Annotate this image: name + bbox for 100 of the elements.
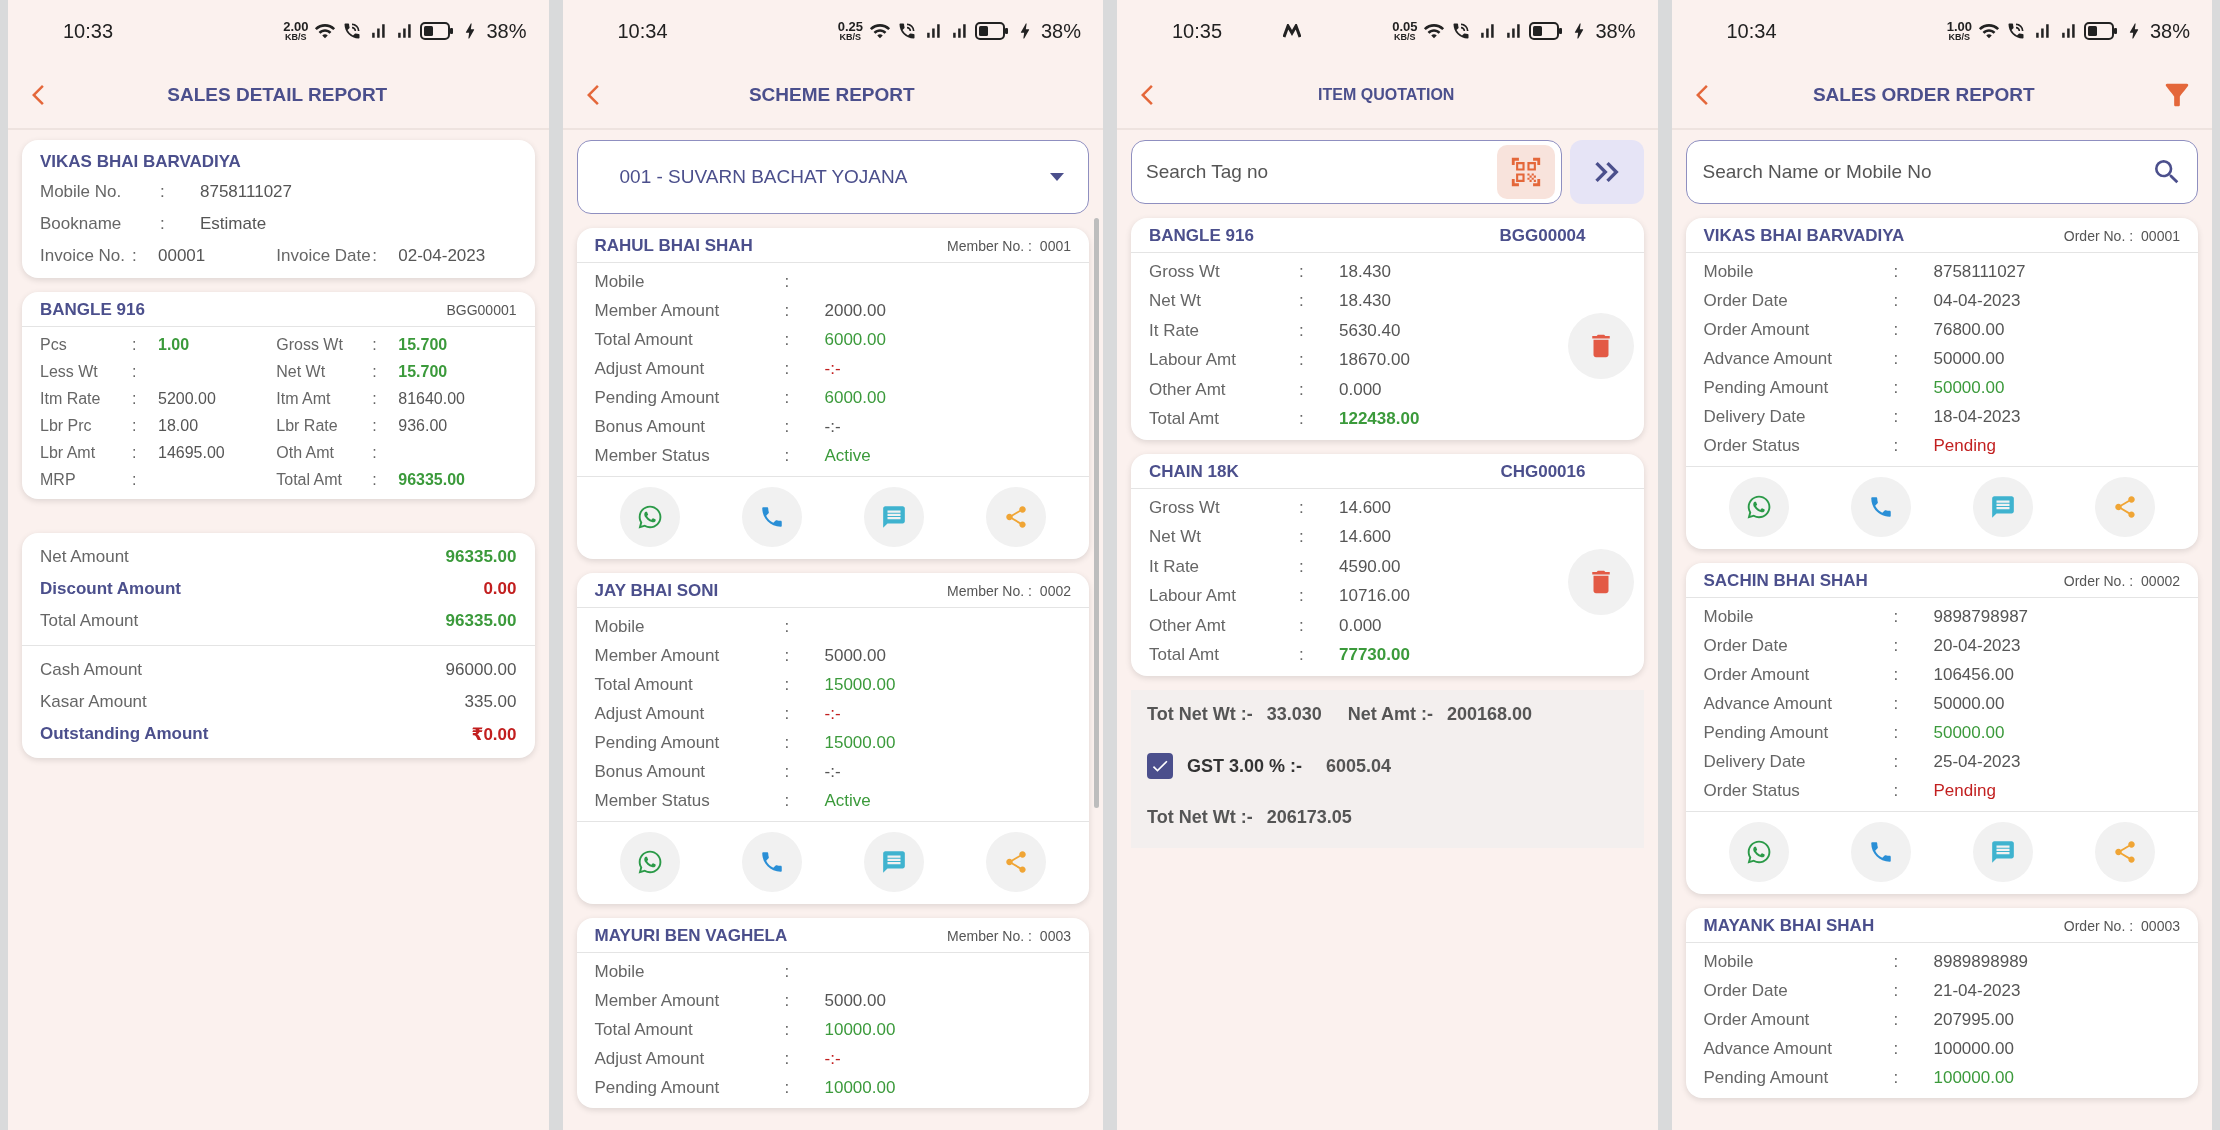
colon: : [1893,348,1900,369]
field-value: 10000.00 [824,1077,897,1098]
summary-label: Cash Amount [40,660,143,680]
battery-icon [420,22,455,40]
colon: : [1893,664,1900,685]
screen-title: ITEM QUOTATION [1317,86,1456,104]
field-value: 00001 [158,246,207,266]
search-bar[interactable]: Search Name or Mobile No [1685,140,2198,204]
record-number: 00003 [2141,918,2180,934]
total-label: Net Amt :- [1347,704,1434,725]
field-value: 8758111027 [200,182,294,202]
colon: : [132,416,138,435]
field-label: Adjust Amount [594,358,706,379]
colon: : [784,1019,791,1040]
number-label: Member No. : [947,238,1032,254]
field-label: Total Amount [594,674,694,695]
colon: : [1299,409,1305,430]
field-value: -:- [824,416,842,437]
message-icon [880,504,907,530]
battery-percent: 38% [1040,19,1081,43]
field-label: Bookname [40,214,123,234]
number-label: Member No. : [947,583,1032,599]
field-value: -:- [824,761,842,782]
battery-icon [974,22,1009,40]
colon: : [1893,290,1900,311]
field-value: 18.430 [1339,261,1392,282]
search-field[interactable]: Search Tag no [1144,160,1497,184]
gst-checkbox[interactable] [1147,753,1173,779]
network-speed: 2.00 KB/S [283,21,309,41]
field-value: 6000.00 [824,387,887,408]
field-value: 18.00 [158,416,200,435]
search-bar[interactable]: Search Tag no [1131,140,1562,204]
field-value: 5000.00 [824,645,887,666]
field-value: 10000.00 [824,1019,897,1040]
field-value: 50000.00 [1933,722,2006,743]
field-label: Order Date [1703,980,1789,1001]
scheme-dropdown[interactable]: 001 - SUVARN BACHAT YOJANA [576,140,1089,214]
field-label: Mobile [1703,261,1755,282]
field-value: 5630.40 [1339,320,1402,341]
field-value: -:- [824,703,842,724]
person-name: RAHUL BHAI SHAH [594,236,754,256]
chat-bubble-icon [1745,494,1772,520]
person-name: MAYANK BHAI SHAH [1703,916,1876,936]
summary-value: 96335.00 [445,611,517,631]
field-label: Pending Amount [1703,377,1830,398]
field-value: 2000.00 [824,300,887,321]
summary-value: 96335.00 [445,547,517,567]
colon: : [132,470,138,489]
number-label: Order No. : [2063,918,2134,934]
colon: : [1299,527,1305,548]
chat-bubble-icon [1745,839,1772,865]
call-icon [342,21,363,41]
screen-title: SCHEME REPORT [747,84,916,106]
field-value: 10716.00 [1339,586,1411,607]
field-label: Pcs [40,335,68,354]
colon: : [160,182,166,202]
field-value: 9898798987 [1933,606,2030,627]
field-value: 96335.00 [398,470,466,489]
summary-value: 0.00 [483,579,517,599]
field-value: -:- [824,358,842,379]
colon: : [372,389,378,408]
field-label: Itm Rate [40,389,102,408]
colon: : [784,1077,791,1098]
field-label: Pending Amount [594,387,721,408]
field-label: Itm Amt [276,389,332,408]
screen-title: SALES ORDER REPORT [1811,84,2036,106]
colon: : [1893,722,1900,743]
field-label: Pending Amount [1703,722,1830,743]
colon: : [1893,951,1900,972]
search-field[interactable]: Search Name or Mobile No [1700,160,2151,184]
field-value: 5000.00 [824,990,887,1011]
item-name: BANGLE 916 [40,300,146,320]
summary-label: Kasar Amount [40,692,147,712]
field-label: Oth Amt [276,443,336,462]
colon: : [784,645,791,666]
field-value: 6000.00 [824,329,887,350]
colon: : [372,416,378,435]
field-label: Adjust Amount [594,1048,706,1069]
colon: : [1893,980,1900,1001]
colon: : [1299,497,1305,518]
field-value: Active [824,445,872,466]
gst-label: GST 3.00 % :- [1187,755,1303,777]
message-icon [1989,494,2016,520]
field-value: 21-04-2023 [1933,980,2022,1001]
colon: : [372,443,378,462]
field-value: 18670.00 [1339,350,1411,371]
field-label: Mobile [594,271,646,292]
field-label: Invoice Date [276,246,372,266]
colon: : [1893,261,1900,282]
colon: : [1893,435,1900,456]
status-time: 10:34 [1725,19,1778,43]
field-value: 122438.00 [1339,409,1421,430]
qr-scan-button[interactable] [1496,145,1555,199]
colon: : [784,387,791,408]
field-value: 1.00 [158,335,191,354]
next-button[interactable] [1569,140,1644,204]
colon: : [784,358,791,379]
field-value: 8758111027 [1933,261,2027,282]
field-value: 25-04-2023 [1933,751,2022,772]
colon: : [784,761,791,782]
